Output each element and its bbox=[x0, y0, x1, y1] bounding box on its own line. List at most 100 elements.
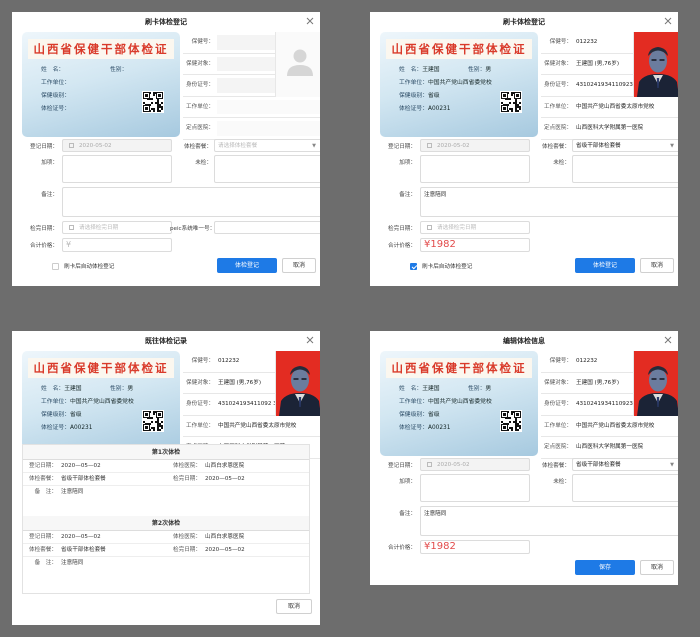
add-label: 加项： bbox=[41, 160, 58, 166]
package-label: 体检套餐： bbox=[184, 144, 212, 150]
total-label: 合计价格： bbox=[30, 243, 58, 249]
health-card: 山西省保健干部体检证 姓 名：王建国 性别：男 工作单位：中国共产党山西省委党校… bbox=[380, 32, 538, 137]
card-level: 省级 bbox=[428, 93, 440, 99]
records-list[interactable]: 第1次体检 登记日期： 2020—05—02 体检医院： 山西白求恩医院 体检套餐：省… bbox=[22, 444, 310, 594]
reg-date-field: 2020-05-02 bbox=[420, 458, 530, 471]
card-cert-no: A00231 bbox=[428, 106, 451, 112]
close-icon[interactable] bbox=[304, 15, 316, 27]
peic-input[interactable] bbox=[214, 221, 320, 234]
record-reg-date: 2020—05—02 bbox=[61, 534, 101, 540]
info-panel: 保健号： 012232 保健对象： 王建国 (男,76岁) 身份证号： 4310241… bbox=[541, 351, 678, 459]
auto-register-checkbox[interactable]: 刷卡后自动体检登记 bbox=[410, 262, 472, 270]
calendar-icon bbox=[69, 224, 74, 230]
remark-input[interactable] bbox=[62, 187, 320, 217]
dialog-title: 刷卡体检登记 bbox=[145, 18, 187, 26]
health-no: 012232 bbox=[576, 39, 598, 45]
add-label: 加项： bbox=[399, 160, 416, 166]
chevron-down-icon: ▼ bbox=[670, 462, 674, 468]
reg-date-label: 登记日期： bbox=[30, 144, 58, 150]
remark-input[interactable]: 注意陪同 bbox=[420, 187, 678, 217]
calendar-icon bbox=[427, 461, 432, 467]
package-select[interactable]: 省级干部体检套餐 ▼ bbox=[572, 139, 678, 152]
work-unit: 中国共产党山西省委太原市党校 bbox=[218, 422, 297, 429]
check-date-picker[interactable]: 请选择检完日期 bbox=[420, 221, 530, 234]
health-obj: 王建国 (男,76岁) bbox=[576, 60, 620, 67]
card-cert-no: A00231 bbox=[70, 425, 93, 431]
user-icon bbox=[287, 49, 313, 76]
record-hospital: 山西白求恩医院 bbox=[205, 534, 245, 540]
card-title: 山西省保健干部体检证 bbox=[28, 39, 174, 59]
avatar bbox=[633, 351, 678, 416]
qr-code-icon bbox=[500, 410, 522, 432]
card-work-label: 工作单位： bbox=[41, 80, 70, 86]
reg-date-label: 登记日期： bbox=[388, 144, 416, 150]
id-no: 4310241934110923 2x bbox=[576, 82, 642, 89]
package-select[interactable]: 请选择体检套餐 ▼ bbox=[214, 139, 320, 152]
chevron-down-icon: ▼ bbox=[312, 143, 316, 149]
info-panel: 保健号： 012232 保健对象： 王建国 (男,76岁) 身份证号： 4310241… bbox=[541, 32, 678, 140]
remove-input[interactable] bbox=[214, 155, 320, 183]
remark-label: 备注： bbox=[399, 511, 416, 517]
close-icon[interactable] bbox=[304, 334, 316, 346]
price-input[interactable]: ¥ bbox=[62, 238, 172, 252]
peic-label: peic系统唯一号： bbox=[170, 226, 216, 232]
record-hospital: 山西白求恩医院 bbox=[205, 463, 245, 469]
card-title: 山西省保健干部体检证 bbox=[28, 358, 174, 378]
close-icon[interactable] bbox=[662, 15, 674, 27]
price-input[interactable]: ¥1982 bbox=[420, 238, 530, 252]
health-card: 山西省保健干部体检证 姓 名： 性别： 工作单位： 保健级别： 体检证号： bbox=[22, 32, 180, 137]
price-input[interactable]: ¥1982 bbox=[420, 540, 530, 554]
remove-label: 未检： bbox=[553, 160, 570, 166]
card-gender: 男 bbox=[485, 67, 492, 73]
remove-input[interactable] bbox=[572, 155, 678, 183]
auto-register-checkbox[interactable]: 刷卡后自动体检登记 bbox=[52, 262, 114, 270]
register-button[interactable]: 体检登记 bbox=[217, 258, 277, 273]
cancel-button[interactable]: 取消 bbox=[640, 560, 674, 575]
record-package: 省级干部体检套餐 bbox=[61, 476, 106, 482]
cancel-button[interactable]: 取消 bbox=[276, 599, 312, 614]
work-unit: 中国共产党山西省委太原市党校 bbox=[576, 422, 655, 429]
avatar bbox=[633, 32, 678, 97]
checkbox-icon bbox=[52, 262, 59, 270]
register-dialog-filled: 刷卡体检登记 山西省保健干部体检证 姓 名：王建国 性别：男 工作单位：中国共产… bbox=[370, 12, 678, 286]
record-2: 第2次体检 登记日期： 2020—05—02 体检医院： 山西白求恩医院 体检套餐：省… bbox=[23, 516, 309, 570]
remove-input[interactable] bbox=[572, 474, 678, 502]
calendar-icon bbox=[69, 142, 74, 148]
record-1: 第1次体检 登记日期： 2020—05—02 体检医院： 山西白求恩医院 体检套餐：省… bbox=[23, 445, 309, 512]
hospital-label: 定点医院： bbox=[186, 125, 214, 132]
avatar bbox=[275, 351, 320, 416]
remark-input[interactable]: 注意陪同 bbox=[420, 506, 678, 536]
record-check-date: 2020—05—02 bbox=[205, 476, 245, 482]
card-gender: 男 bbox=[485, 386, 492, 392]
check-date-label: 检完日期： bbox=[30, 226, 58, 232]
history-dialog: 既往体检记录 山西省保健干部体检证 姓 名：王建国 性别：男 工作单位：中国共产… bbox=[12, 331, 320, 625]
dialog-title: 既往体检记录 bbox=[145, 337, 187, 345]
close-icon[interactable] bbox=[662, 334, 674, 346]
cancel-button[interactable]: 取消 bbox=[282, 258, 316, 273]
calendar-icon bbox=[427, 224, 432, 230]
record-package: 省级干部体检套餐 bbox=[61, 547, 106, 553]
add-input[interactable] bbox=[420, 155, 530, 183]
package-select[interactable]: 省级干部体检套餐 ▼ bbox=[572, 458, 678, 471]
add-input[interactable] bbox=[420, 474, 530, 502]
card-title: 山西省保健干部体检证 bbox=[386, 358, 532, 378]
register-dialog-empty: 刷卡体检登记 山西省保健干部体检证 姓 名： 性别： 工作单位： 保健级别： 体… bbox=[12, 12, 320, 286]
dialog-title: 刷卡体检登记 bbox=[503, 18, 545, 26]
remark-label: 备注： bbox=[399, 192, 416, 198]
health-obj: 王建国 (男,76岁) bbox=[218, 379, 262, 386]
id-no: 4310241934110923 2x bbox=[576, 401, 642, 408]
add-input[interactable] bbox=[62, 155, 172, 183]
save-button[interactable]: 保存 bbox=[575, 560, 635, 575]
info-panel: 保健号： 保健对象： 身份证号： 工作单位： 定点医院： bbox=[183, 32, 320, 140]
total-label: 合计价格： bbox=[388, 545, 416, 551]
health-obj: 王建国 (男,76岁) bbox=[576, 379, 620, 386]
hospital: 山西医科大学附属第一医院 bbox=[576, 125, 644, 132]
card-level: 省级 bbox=[70, 412, 82, 418]
record-check-date: 2020—05—02 bbox=[205, 547, 245, 553]
check-date-picker[interactable]: 请选择检完日期 bbox=[62, 221, 172, 234]
work-label: 工作单位： bbox=[186, 103, 214, 110]
card-work-unit: 中国共产党山西省委党校 bbox=[428, 399, 492, 405]
register-button[interactable]: 体检登记 bbox=[575, 258, 635, 273]
cancel-button[interactable]: 取消 bbox=[640, 258, 674, 273]
health-card: 山西省保健干部体检证 姓 名：王建国 性别：男 工作单位：中国共产党山西省委党校… bbox=[22, 351, 180, 456]
